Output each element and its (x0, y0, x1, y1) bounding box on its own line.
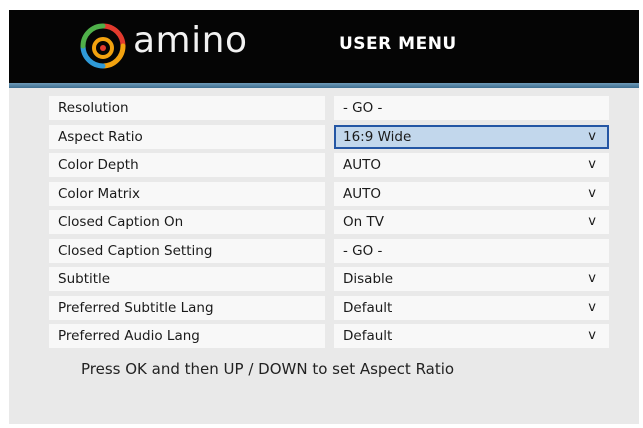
setting-label: Closed Caption Setting (49, 238, 325, 263)
brand-logo-text: amino (133, 20, 248, 61)
menu-row-preferred-audio-lang[interactable]: Preferred Audio Lang Default v (49, 324, 609, 348)
setting-value: - GO - (343, 100, 383, 116)
setting-value: Disable (343, 271, 394, 287)
setting-label: Subtitle (49, 267, 325, 291)
dropdown-arrow-icon: v (588, 271, 596, 286)
setting-value: 16:9 Wide (343, 128, 412, 145)
color-matrix-select[interactable]: AUTO v (334, 181, 609, 206)
setting-value: On TV (343, 214, 384, 230)
header-divider (9, 83, 639, 88)
dropdown-arrow-icon: v (588, 185, 596, 201)
setting-label: Aspect Ratio (49, 124, 325, 149)
audio-lang-select[interactable]: Default v (334, 324, 609, 348)
setting-label: Resolution (49, 96, 325, 120)
setting-label: Color Depth (49, 153, 325, 177)
setting-value: - GO - (343, 242, 383, 259)
closed-caption-select[interactable]: On TV v (334, 210, 609, 234)
setting-label: Closed Caption On (49, 210, 325, 234)
color-depth-select[interactable]: AUTO v (334, 153, 609, 177)
go-button[interactable]: - GO - (334, 238, 609, 263)
dropdown-arrow-icon: v (588, 299, 596, 315)
page-title: USER MENU (339, 34, 457, 54)
setting-label: Preferred Audio Lang (49, 324, 325, 348)
dropdown-arrow-icon: v (588, 328, 596, 343)
setting-value: Default (343, 328, 393, 344)
user-menu-screen: amino USER MENU Resolution - GO - Aspect… (9, 10, 639, 424)
dropdown-arrow-icon: v (588, 128, 596, 144)
menu-row-preferred-subtitle-lang[interactable]: Preferred Subtitle Lang Default v (49, 295, 609, 320)
aspect-ratio-select[interactable]: 16:9 Wide v (334, 124, 609, 149)
header-bar: amino USER MENU (9, 10, 639, 83)
menu-row-color-depth[interactable]: Color Depth AUTO v (49, 153, 609, 177)
dropdown-arrow-icon: v (588, 214, 596, 229)
setting-label: Color Matrix (49, 181, 325, 206)
setting-label: Preferred Subtitle Lang (49, 295, 325, 320)
subtitle-lang-select[interactable]: Default v (334, 295, 609, 320)
dropdown-arrow-icon: v (588, 157, 596, 172)
menu-row-closed-caption-on[interactable]: Closed Caption On On TV v (49, 210, 609, 234)
menu-row-subtitle[interactable]: Subtitle Disable v (49, 267, 609, 291)
subtitle-select[interactable]: Disable v (334, 267, 609, 291)
go-button[interactable]: - GO - (334, 96, 609, 120)
setting-value: AUTO (343, 157, 381, 173)
amino-logo-icon (80, 23, 126, 69)
menu-row-closed-caption-setting[interactable]: Closed Caption Setting - GO - (49, 238, 609, 263)
menu-row-aspect-ratio[interactable]: Aspect Ratio 16:9 Wide v (49, 124, 609, 149)
menu-row-resolution[interactable]: Resolution - GO - (49, 96, 609, 120)
menu-row-color-matrix[interactable]: Color Matrix AUTO v (49, 181, 609, 206)
setting-value: Default (343, 299, 393, 316)
setting-value: AUTO (343, 185, 381, 202)
help-hint-text: Press OK and then UP / DOWN to set Aspec… (81, 360, 455, 378)
